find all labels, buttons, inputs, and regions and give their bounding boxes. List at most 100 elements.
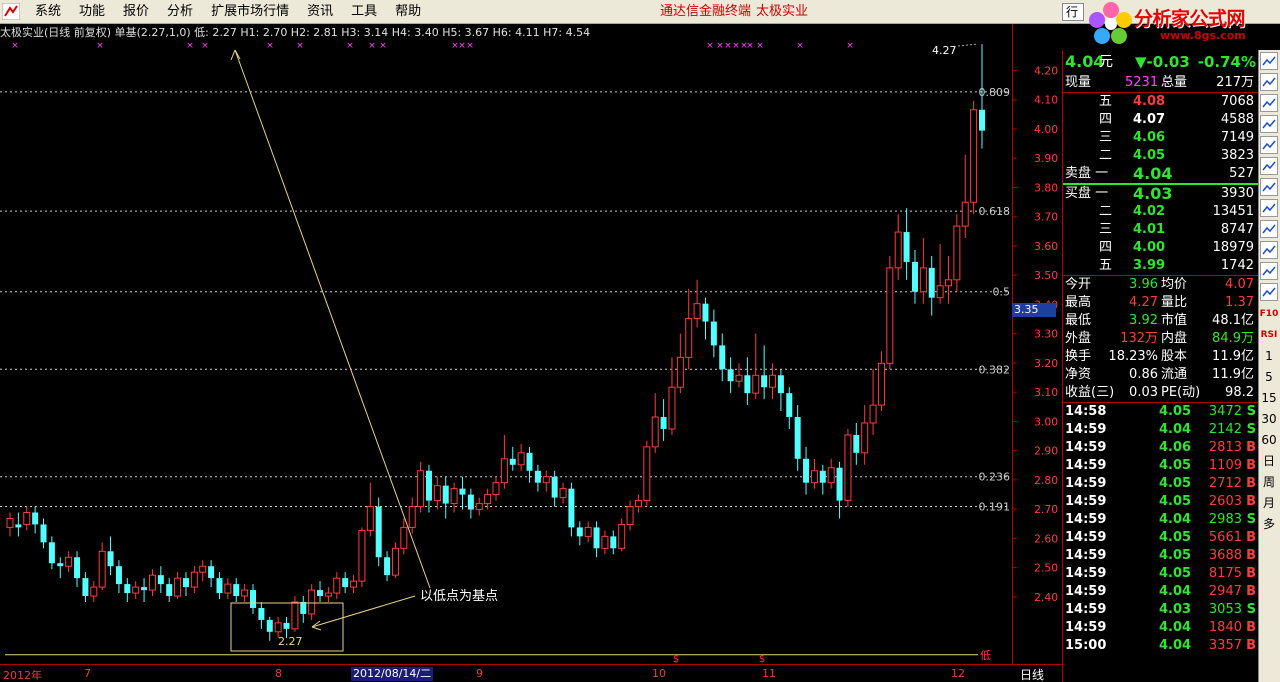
candle-body — [944, 279, 952, 287]
toolbar-chart-icon[interactable] — [1260, 199, 1278, 217]
candle-body — [601, 535, 609, 549]
annotation-arrow-line — [234, 49, 431, 589]
cur-vol-label: 现量 — [1065, 75, 1092, 90]
candle-body — [442, 485, 449, 504]
stat-row: 净资 0.86 流通 11.9亿 — [1063, 366, 1258, 384]
stat-label: 量比 — [1161, 295, 1188, 310]
candle-body — [90, 586, 98, 597]
tick-vol: 2813 — [1208, 440, 1242, 455]
candle-body — [676, 356, 684, 388]
toolbar-item[interactable]: 日 — [1259, 451, 1279, 472]
price-change-pct: -0.74% — [1197, 53, 1256, 71]
toolbar-chart-icon[interactable] — [1260, 136, 1278, 154]
signal-marker: × — [266, 41, 274, 51]
menu-item-2[interactable]: 报价 — [114, 0, 158, 24]
menu-item-5[interactable]: 资讯 — [298, 0, 342, 24]
stat-value: 1.37 — [1225, 295, 1254, 310]
toolbar-item[interactable]: F10 — [1259, 304, 1279, 325]
toolbar-item[interactable]: 15 — [1259, 388, 1279, 409]
ask-label: 二 — [1099, 148, 1113, 163]
candlestick-chart[interactable]: 0.8090.6180.50.3820.2360.191低× × × × × × × × × × ×… — [0, 40, 1012, 664]
quote-tab[interactable]: 行 — [1062, 3, 1084, 21]
toolbar-chart-icon[interactable] — [1260, 73, 1278, 91]
tick-price: 4.05 — [1159, 530, 1192, 545]
ask-label: 四 — [1099, 112, 1113, 127]
tick-time: 14:59 — [1065, 602, 1107, 617]
tick-list[interactable]: 14:58 4.05 3472 S 14:59 4.04 2142 S 14:59 4.06 281… — [1063, 403, 1258, 655]
annotation-label: 以低点为基点 — [420, 589, 498, 604]
high-price-label: 4.27 — [932, 44, 957, 57]
candle-body — [584, 526, 592, 537]
toolbar-item[interactable]: 1 — [1259, 346, 1279, 367]
toolbar-chart-icon[interactable] — [1260, 157, 1278, 175]
toolbar-item[interactable]: 60 — [1259, 430, 1279, 451]
stat-row: 最高 4.27 量比 1.37 — [1063, 294, 1258, 312]
bid-row: 买盘 一 4.03 3930 — [1063, 185, 1258, 203]
y-tick-label: 3.50 — [1034, 269, 1058, 282]
current-price-marker: 3.35 — [1012, 303, 1056, 317]
toolbar-chart-icon[interactable] — [1260, 178, 1278, 196]
y-tick-label: 3.70 — [1034, 211, 1058, 224]
menu-item-4[interactable]: 扩展市场行情 — [202, 0, 298, 24]
stat-row: 最低 3.92 市值 48.1亿 — [1063, 312, 1258, 330]
tick-time: 14:59 — [1065, 440, 1107, 455]
menu-item-3[interactable]: 分析 — [158, 0, 202, 24]
candle-body — [141, 587, 148, 591]
candle-body — [786, 393, 793, 418]
menu-item-0[interactable]: 系统 — [26, 0, 70, 24]
toolbar-chart-icon[interactable] — [1260, 94, 1278, 112]
menu-item-6[interactable]: 工具 — [342, 0, 386, 24]
y-tick-label: 4.10 — [1034, 94, 1058, 107]
period-label[interactable]: 日线 — [1020, 666, 1044, 682]
toolbar-chart-icon[interactable] — [1260, 115, 1278, 133]
stat-row: 换手 18.23% 股本 11.9亿 — [1063, 348, 1258, 366]
bid-label: 二 — [1099, 204, 1113, 219]
ask-row: 三 4.06 7149 — [1063, 129, 1258, 147]
toolbar-chart-icon[interactable] — [1260, 220, 1278, 238]
indicator-values: 低: 2.27 H1: 2.70 H2: 2.81 H3: 3.14 H4: 3… — [194, 26, 591, 39]
y-tick-label: 2.40 — [1034, 591, 1058, 604]
toolbar-chart-icon[interactable] — [1260, 283, 1278, 301]
fib-label: 0.618 — [979, 205, 1011, 218]
toolbar-item[interactable]: 月 — [1259, 493, 1279, 514]
toolbar-chart-icon[interactable] — [1260, 52, 1278, 70]
toolbar-item[interactable]: RSI — [1259, 325, 1279, 346]
y-tick-label: 2.50 — [1034, 562, 1058, 575]
candle-body — [115, 566, 122, 585]
candle-body — [157, 575, 164, 585]
watermark: 分析家公式网 www.8gs.com — [1082, 0, 1280, 50]
menu-item-7[interactable]: 帮助 — [386, 0, 430, 24]
y-tick-label: 2.80 — [1034, 474, 1058, 487]
candle-body — [174, 577, 182, 597]
candle-body — [634, 500, 642, 508]
candle-body — [199, 565, 207, 573]
candle-body — [744, 375, 751, 394]
stat-label: 最高 — [1065, 295, 1092, 310]
toolbar-item[interactable]: 30 — [1259, 409, 1279, 430]
candle-body — [342, 578, 349, 588]
bid-label: 买盘 一 — [1065, 186, 1109, 201]
candle-body — [919, 267, 927, 293]
stat-row: 今开 3.96 均价 4.07 — [1063, 276, 1258, 294]
tot-vol-label: 总量 — [1161, 75, 1188, 90]
candle-body — [877, 362, 885, 406]
ask-row: 四 4.07 4588 — [1063, 111, 1258, 129]
toolbar-chart-icon[interactable] — [1260, 241, 1278, 259]
toolbar-item[interactable]: 5 — [1259, 367, 1279, 388]
toolbar-item[interactable]: 周 — [1259, 472, 1279, 493]
candle-body — [668, 386, 676, 430]
candle-body — [970, 109, 978, 203]
candle-body — [48, 542, 55, 564]
tick-row: 14:59 4.04 2947 B — [1063, 583, 1258, 601]
toolbar-chart-icon[interactable] — [1260, 262, 1278, 280]
price-change: ▼-0.03 — [1135, 53, 1190, 71]
ask-vol: 3823 — [1220, 148, 1254, 163]
menu-item-1[interactable]: 功能 — [70, 0, 114, 24]
stat-label: PE(动) — [1161, 385, 1201, 400]
stat-value: 11.9亿 — [1212, 367, 1254, 382]
tick-price: 4.05 — [1159, 476, 1192, 491]
toolbar-item[interactable]: 多 — [1259, 514, 1279, 535]
bid-price: 3.99 — [1133, 258, 1166, 273]
fib-label: 0.191 — [979, 501, 1011, 514]
arrow-head — [230, 49, 241, 61]
